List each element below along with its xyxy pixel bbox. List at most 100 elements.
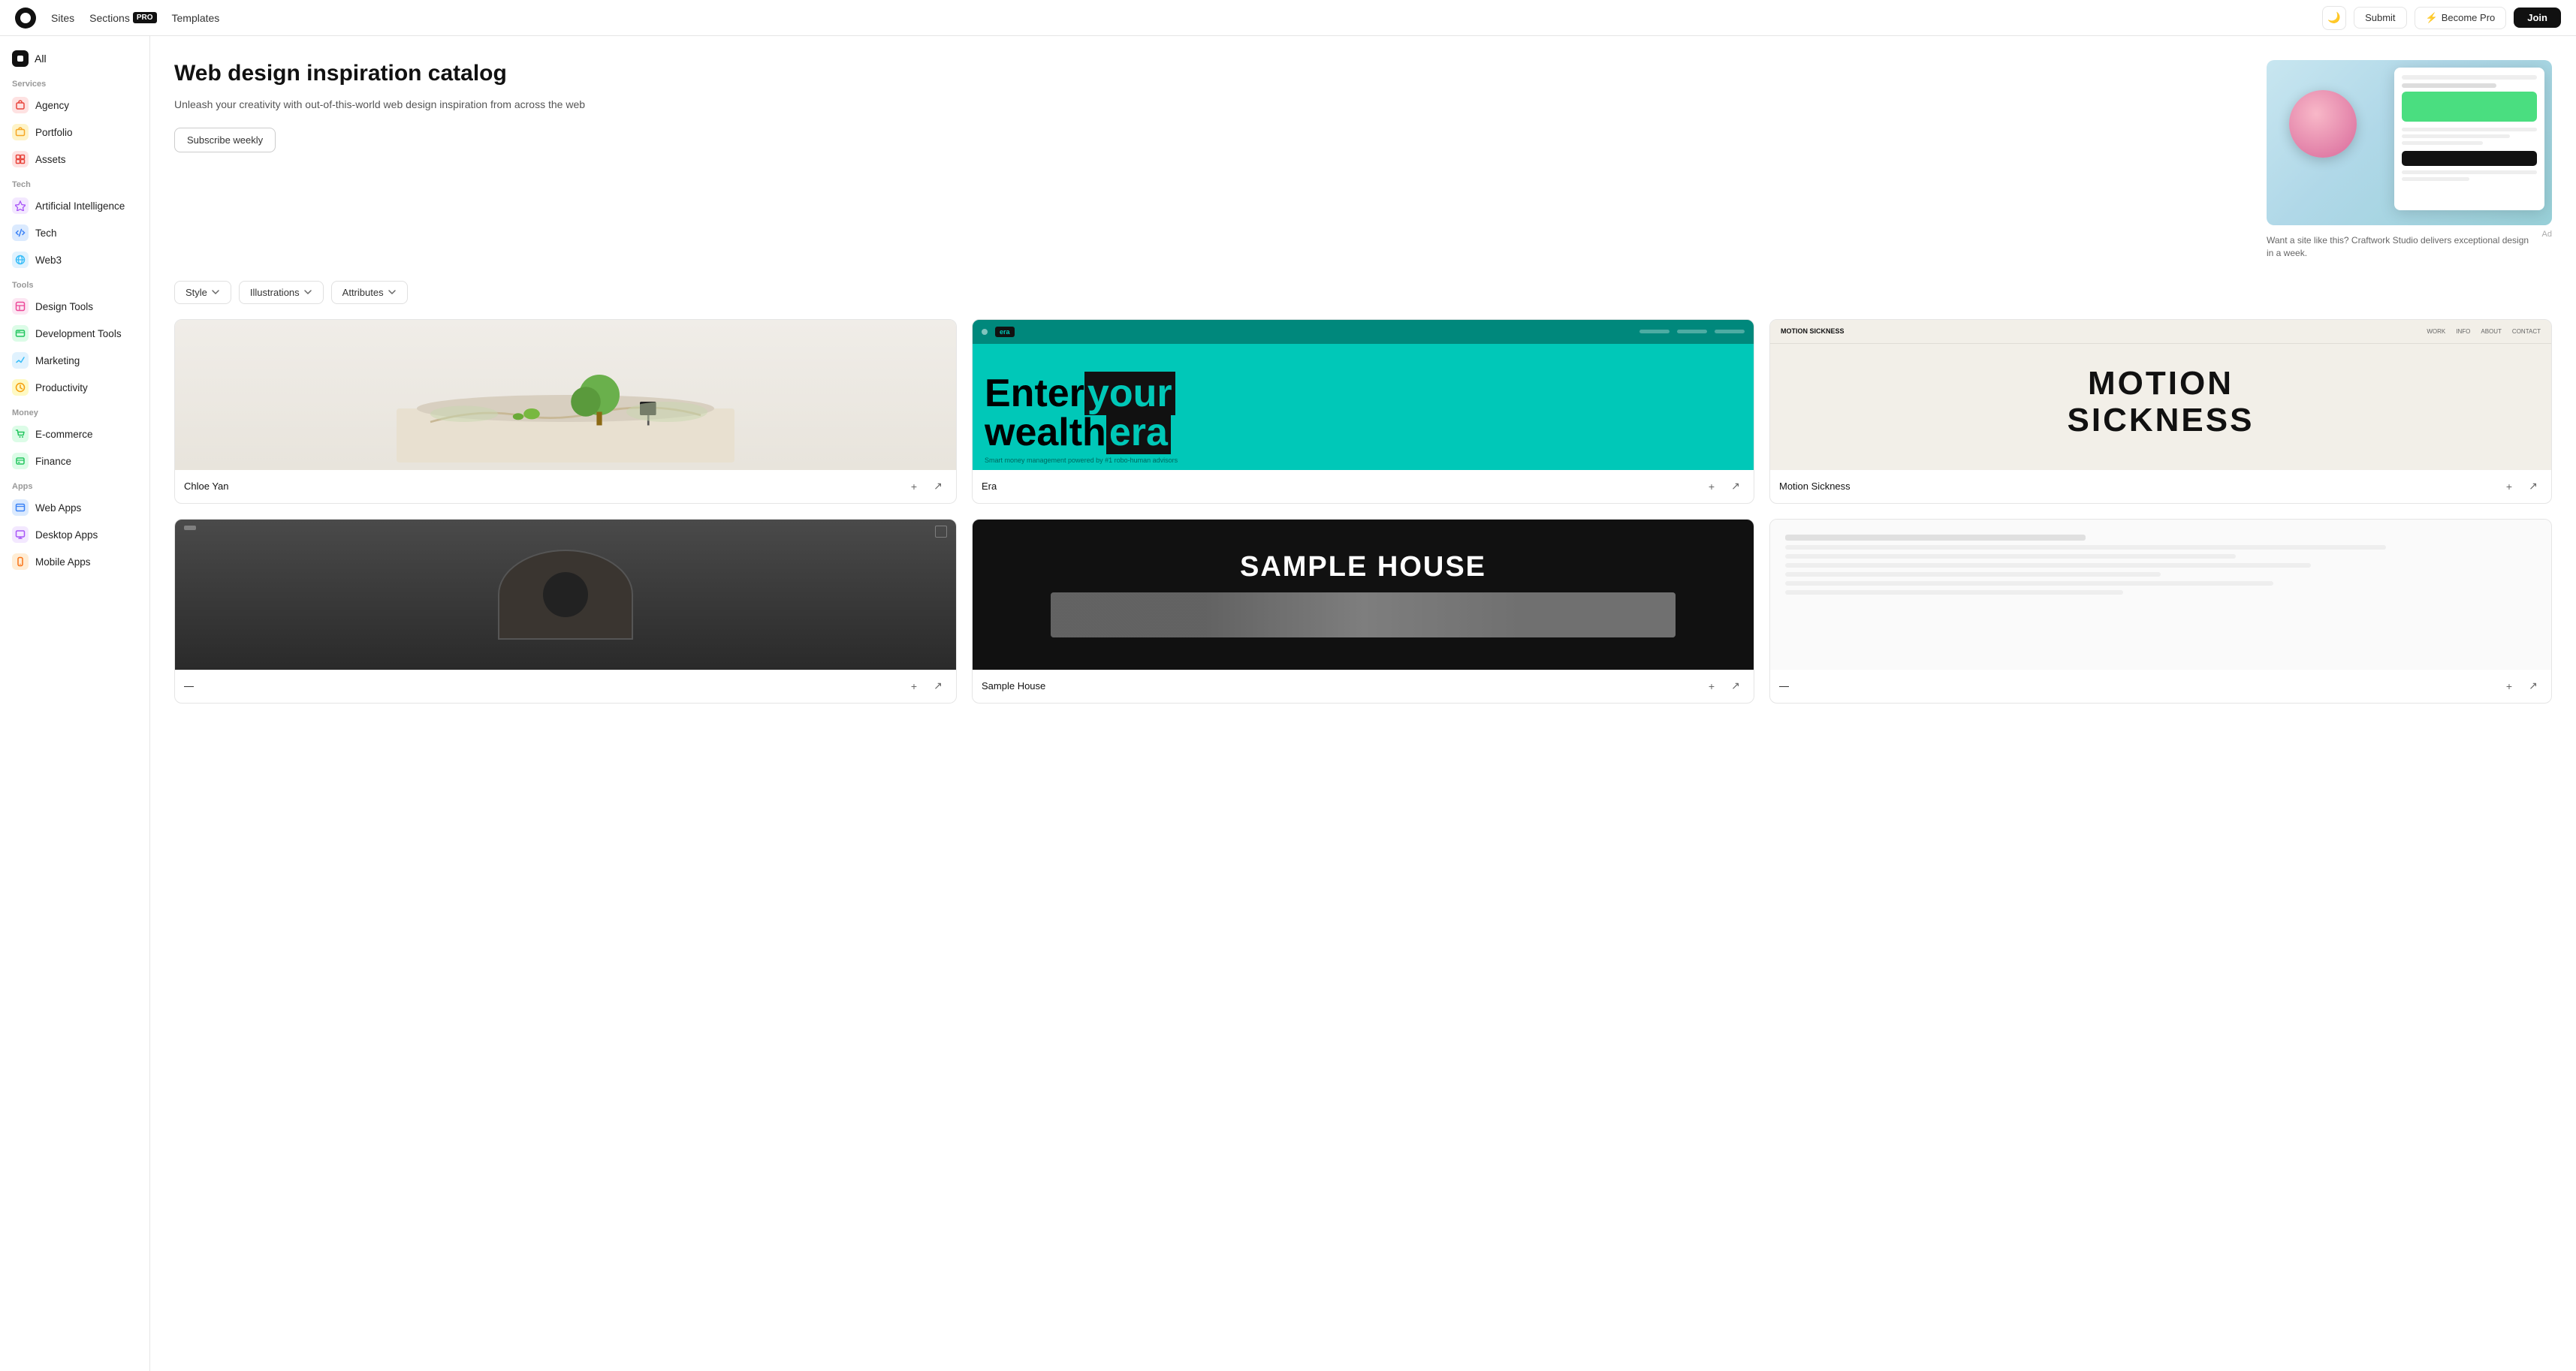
submit-button[interactable]: Submit xyxy=(2354,7,2406,29)
cards-grid: Chloe Yan + ↗ era xyxy=(174,319,2552,504)
tech-icon xyxy=(12,224,29,241)
open-external-button[interactable]: ↗ xyxy=(1727,677,1745,695)
sidebar-item-design-tools[interactable]: Design Tools xyxy=(0,293,149,320)
card-tent[interactable]: — + ↗ xyxy=(174,519,957,704)
sidebar-item-assets[interactable]: Assets xyxy=(0,146,149,173)
attributes-filter-button[interactable]: Attributes xyxy=(331,281,408,304)
open-external-button[interactable]: ↗ xyxy=(1727,478,1745,496)
card-sample-house-name: Sample House xyxy=(982,680,1045,692)
marketing-icon xyxy=(12,352,29,369)
card-motion-sickness[interactable]: MOTION SICKNESS WORK INFO ABOUT CONTACT … xyxy=(1769,319,2552,504)
open-external-button[interactable]: ↗ xyxy=(929,478,947,496)
card-sample-house-image: SAMPLE HOUSE xyxy=(973,520,1754,670)
sidebar-item-mobile-apps[interactable]: Mobile Apps xyxy=(0,548,149,575)
lightning-icon: ⚡ xyxy=(2426,12,2438,24)
page-title: Web design inspiration catalog xyxy=(174,60,2243,87)
add-to-collection-button[interactable]: + xyxy=(2500,677,2518,695)
pro-badge: PRO xyxy=(133,12,157,23)
nav-sites[interactable]: Sites xyxy=(51,12,74,24)
portfolio-icon xyxy=(12,124,29,140)
open-external-button[interactable]: ↗ xyxy=(2524,677,2542,695)
sidebar-item-productivity[interactable]: Productivity xyxy=(0,374,149,401)
card-chloe-yan-footer: Chloe Yan + ↗ xyxy=(175,470,956,503)
illustrations-filter-button[interactable]: Illustrations xyxy=(239,281,324,304)
card-tent-footer: — + ↗ xyxy=(175,670,956,703)
sidebar-item-agency[interactable]: Agency xyxy=(0,92,149,119)
sidebar-item-web-apps[interactable]: Web Apps xyxy=(0,494,149,521)
add-to-collection-button[interactable]: + xyxy=(905,478,923,496)
subscribe-button[interactable]: Subscribe weekly xyxy=(174,128,276,152)
become-pro-button[interactable]: ⚡ Become Pro xyxy=(2415,7,2507,29)
hero-text: Web design inspiration catalog Unleash y… xyxy=(174,60,2243,152)
nav-sections[interactable]: Sections PRO xyxy=(89,12,156,24)
sidebar-section-money: Money xyxy=(0,401,149,420)
card-document[interactable]: — + ↗ xyxy=(1769,519,2552,704)
sidebar-item-portfolio[interactable]: Portfolio xyxy=(0,119,149,146)
hero-advertisement: Want a site like this? Craftwork Studio … xyxy=(2267,60,2552,260)
finance-label: Finance xyxy=(35,456,71,467)
card-sample-house[interactable]: SAMPLE HOUSE Sample House + ↗ xyxy=(972,519,1754,704)
card-sample-house-footer: Sample House + ↗ xyxy=(973,670,1754,703)
card-chloe-yan-image xyxy=(175,320,956,470)
sidebar-item-dev-tools[interactable]: Development Tools xyxy=(0,320,149,347)
agency-icon xyxy=(12,97,29,113)
landscape-illustration xyxy=(214,327,917,463)
sidebar-item-finance[interactable]: Finance xyxy=(0,447,149,475)
moon-icon: 🌙 xyxy=(2327,11,2340,24)
sidebar-item-ai[interactable]: Artificial Intelligence xyxy=(0,192,149,219)
ad-image[interactable] xyxy=(2267,60,2552,225)
add-to-collection-button[interactable]: + xyxy=(2500,478,2518,496)
nav-templates[interactable]: Templates xyxy=(172,12,220,24)
card-era-image: era Enteryour wealthera Smart money mana… xyxy=(973,320,1754,470)
web-apps-icon xyxy=(12,499,29,516)
desktop-apps-label: Desktop Apps xyxy=(35,529,98,541)
sidebar-item-ecommerce[interactable]: E-commerce xyxy=(0,420,149,447)
card-era[interactable]: era Enteryour wealthera Smart money mana… xyxy=(972,319,1754,504)
card-chloe-yan-name: Chloe Yan xyxy=(184,481,229,492)
web3-icon xyxy=(12,252,29,268)
mobile-apps-label: Mobile Apps xyxy=(35,556,91,568)
main-content: Web design inspiration catalog Unleash y… xyxy=(150,36,2576,1371)
card-tent-name: — xyxy=(184,680,194,692)
portfolio-label: Portfolio xyxy=(35,127,73,138)
open-external-button[interactable]: ↗ xyxy=(2524,478,2542,496)
design-tools-label: Design Tools xyxy=(35,301,93,312)
theme-toggle-button[interactable]: 🌙 xyxy=(2322,6,2346,30)
sidebar-section-tools: Tools xyxy=(0,273,149,293)
card-motion-sickness-footer: Motion Sickness + ↗ xyxy=(1770,470,2551,503)
add-to-collection-button[interactable]: + xyxy=(905,677,923,695)
sidebar-section-tech: Tech xyxy=(0,173,149,192)
sidebar-section-services: Services xyxy=(0,72,149,92)
dev-tools-label: Development Tools xyxy=(35,328,122,339)
sidebar: All Services Agency Portfolio Assets Tec… xyxy=(0,36,150,1371)
join-button[interactable]: Join xyxy=(2514,8,2561,28)
top-navigation: Sites Sections PRO Templates 🌙 Submit ⚡ … xyxy=(0,0,2576,36)
ai-label: Artificial Intelligence xyxy=(35,200,125,212)
filter-bar: Style Illustrations Attributes xyxy=(174,281,2552,304)
sidebar-section-apps: Apps xyxy=(0,475,149,494)
card-tent-image xyxy=(175,520,956,670)
sidebar-item-marketing[interactable]: Marketing xyxy=(0,347,149,374)
ad-label: Ad xyxy=(2542,230,2552,239)
finance-icon xyxy=(12,453,29,469)
web3-label: Web3 xyxy=(35,255,62,266)
add-to-collection-button[interactable]: + xyxy=(1703,478,1721,496)
sidebar-item-tech[interactable]: Tech xyxy=(0,219,149,246)
logo[interactable] xyxy=(15,8,36,29)
ecommerce-icon xyxy=(12,426,29,442)
chevron-down-icon xyxy=(211,288,220,297)
sidebar-item-all[interactable]: All xyxy=(0,45,149,72)
assets-icon xyxy=(12,151,29,167)
card-chloe-yan[interactable]: Chloe Yan + ↗ xyxy=(174,319,957,504)
card-document-footer: — + ↗ xyxy=(1770,670,2551,703)
chevron-down-icon xyxy=(388,288,397,297)
design-tools-icon xyxy=(12,298,29,315)
card-era-name: Era xyxy=(982,481,997,492)
style-filter-button[interactable]: Style xyxy=(174,281,231,304)
card-motion-sickness-image: MOTION SICKNESS WORK INFO ABOUT CONTACT … xyxy=(1770,320,2551,470)
add-to-collection-button[interactable]: + xyxy=(1703,677,1721,695)
hero-subtitle: Unleash your creativity with out-of-this… xyxy=(174,96,2243,113)
sidebar-item-web3[interactable]: Web3 xyxy=(0,246,149,273)
sidebar-item-desktop-apps[interactable]: Desktop Apps xyxy=(0,521,149,548)
open-external-button[interactable]: ↗ xyxy=(929,677,947,695)
